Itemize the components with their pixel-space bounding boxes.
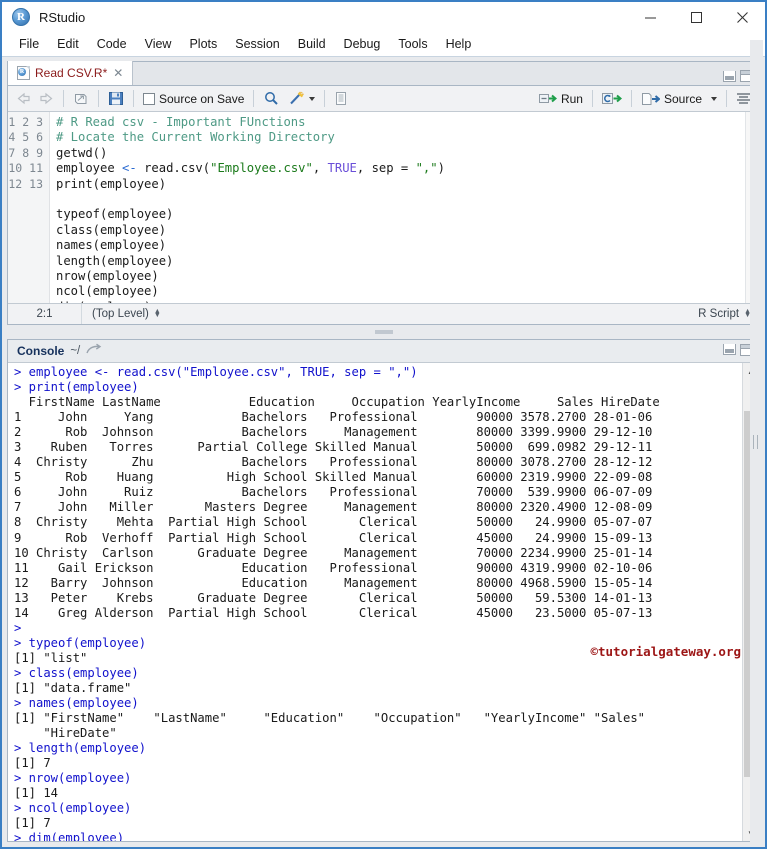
title-bar: R RStudio [2,2,765,32]
code-text[interactable]: # R Read csv - Important FUnctions # Loc… [50,112,745,303]
menu-help[interactable]: Help [437,33,481,55]
menu-edit[interactable]: Edit [48,33,88,55]
window-controls [627,2,765,32]
workspace: R Read CSV.R* ✕ Source on Save Run Sourc… [2,40,765,847]
source-pane: R Read CSV.R* ✕ Source on Save Run Sourc… [7,61,760,325]
rstudio-logo-icon: R [12,8,30,26]
menu-debug[interactable]: Debug [335,33,390,55]
source-tab-strip: R Read CSV.R* ✕ [8,61,759,86]
show-in-new-window-icon[interactable] [69,90,93,108]
run-button[interactable]: Run [535,90,587,108]
watermark: ©tutorialgateway.org [590,644,741,659]
close-button[interactable] [719,2,765,32]
r-badge-icon: R [18,68,26,76]
source-on-save-checkbox[interactable]: Source on Save [139,90,248,108]
checkbox-box [143,92,155,105]
console-output[interactable]: > employee <- read.csv("Employee.csv", T… [8,363,742,841]
menu-plots[interactable]: Plots [180,33,226,55]
run-label: Run [560,91,583,106]
console-title: Console [17,344,65,358]
menu-tools[interactable]: Tools [389,33,436,55]
open-in-new-window-icon[interactable] [86,342,102,360]
tab-close-icon[interactable]: ✕ [112,67,124,79]
console-pane: Console ~/ > employee <- read.csv("Emplo… [7,339,760,842]
code-editor[interactable]: 1 2 3 4 5 6 7 8 9 10 11 12 13 # R Read c… [8,112,759,303]
splitter-grip-icon [374,330,393,334]
scope-label: (Top Level) [92,308,149,320]
r-script-file-icon: R [17,66,30,80]
menu-build[interactable]: Build [289,33,335,55]
back-arrow-icon[interactable] [12,90,35,107]
scope-updown-icon: ▲ ▼ [153,308,161,319]
chevron-down-icon[interactable] [309,96,316,101]
app-title: RStudio [39,9,86,25]
menu-bar: File Edit Code View Plots Session Build … [2,32,765,57]
menu-view[interactable]: View [136,33,181,55]
console-header: Console ~/ [8,340,759,363]
menu-file[interactable]: File [10,33,48,55]
source-chevron-down-icon[interactable] [711,96,717,101]
cursor-position: 2:1 [8,304,82,324]
save-icon[interactable] [104,89,128,108]
tab-read-csv-r[interactable]: R Read CSV.R* ✕ [8,61,134,85]
rerun-icon[interactable] [598,90,626,107]
source-label: Source [663,91,702,106]
source-on-save-label: Source on Save [159,91,245,106]
console-working-directory[interactable]: ~/ [70,345,80,357]
line-number-gutter: 1 2 3 4 5 6 7 8 9 10 11 12 13 [8,112,50,303]
source-toolbar: Source on Save Run Source [8,86,759,112]
tab-label: Read CSV.R* [35,66,108,80]
menu-session[interactable]: Session [226,33,288,55]
source-button[interactable]: Source [637,90,721,108]
minimize-button[interactable] [627,2,673,32]
console-minimize-pane-icon[interactable] [723,344,736,355]
code-tools-icon[interactable] [284,89,319,108]
find-icon[interactable] [259,89,284,108]
minimize-pane-icon[interactable] [723,70,736,82]
forward-arrow-icon[interactable] [35,90,58,107]
pane-splitter[interactable] [7,325,760,339]
workspace-scrollbar[interactable] [750,40,763,843]
rstudio-window: R RStudio File Edit Code View Plots Sess… [0,0,767,849]
maximize-button[interactable] [673,2,719,32]
compile-report-icon[interactable] [330,89,352,108]
filetype-label: R Script [698,308,740,320]
workspace-scroll-grip-icon [753,434,758,449]
source-status-bar: 2:1 (Top Level) ▲ ▼ R Script ▲ ▼ [8,303,759,324]
menu-code[interactable]: Code [88,33,136,55]
console-body[interactable]: > employee <- read.csv("Employee.csv", T… [8,363,759,841]
scope-selector[interactable]: (Top Level) ▲ ▼ [82,308,161,320]
